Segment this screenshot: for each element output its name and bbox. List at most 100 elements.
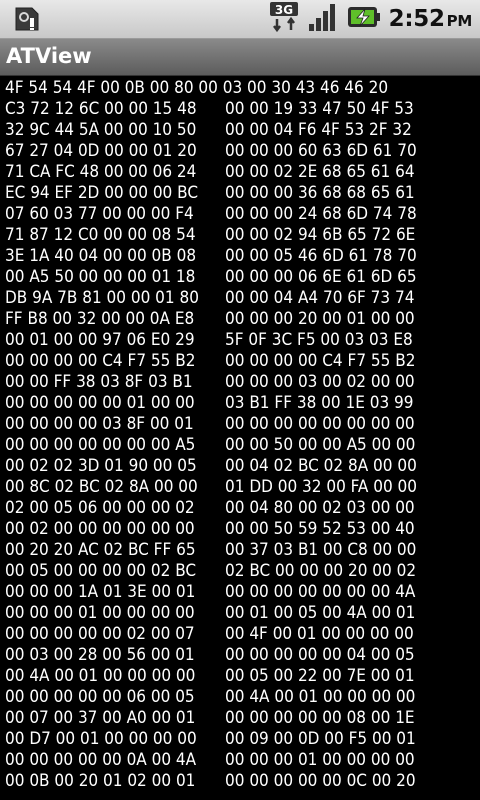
hex-row: 00 00 00 00 00 01 00 00 03 B1 FF 38 00 1E…	[5, 393, 475, 414]
hex-bytes-left: 00 20 20 AC 02 BC FF 65	[5, 540, 196, 560]
hex-bytes-right: 00 4F 00 01 00 00 00 00	[225, 624, 414, 644]
hex-row: 00 20 20 AC 02 BC FF 65 00 37 03 B1 00 C8…	[5, 540, 475, 561]
hex-bytes-left: 00 D7 00 01 00 00 00 00	[5, 729, 197, 749]
hex-bytes-left: 71 CA FC 48 00 00 06 24	[5, 162, 197, 182]
hex-row: 00 07 00 37 00 A0 00 01 00 00 00 00 00 08…	[5, 708, 475, 729]
hex-bytes-left: 3E 1A 40 04 00 00 0B 08	[5, 246, 197, 266]
hex-row: 00 0B 00 20 01 02 00 01 00 00 00 00 00 0C…	[5, 771, 475, 792]
hex-bytes-right: 02 BC 00 00 00 20 00 02	[225, 561, 417, 581]
hex-dump-view[interactable]: 4F 54 54 4F 00 0B 00 80 00 03 00 30 43 4…	[5, 78, 475, 800]
clock-ampm: PM	[446, 12, 473, 30]
hex-bytes-left: 32 9C 44 5A 00 00 10 50	[5, 120, 197, 140]
hex-bytes-right: 00 00 02 94 6B 65 72 6E	[225, 225, 416, 245]
hex-bytes-left: 00 8C 02 BC 02 8A 00 00	[5, 477, 198, 497]
hex-row: 00 D7 00 01 00 00 00 00 00 09 00 0D 00 F5…	[5, 729, 475, 750]
hex-bytes-right: 00 00 00 00 00 00 00 00	[225, 414, 415, 434]
hex-bytes-right: 01 DD 00 32 00 FA 00 00	[225, 477, 417, 497]
status-bar: 3G 2:52 PM	[0, 0, 480, 39]
hex-bytes-left: EC 94 EF 2D 00 00 00 BC	[5, 183, 199, 203]
hex-row: 00 00 00 00 00 02 00 07 00 4F 00 01 00 00…	[5, 624, 475, 645]
hex-bytes-right: 00 00 00 03 00 02 00 00	[225, 372, 415, 392]
hex-bytes-right: 00 00 00 01 00 00 00 00	[225, 750, 415, 770]
hex-row: 00 00 00 01 00 00 00 00 00 01 00 05 00 4A…	[5, 603, 475, 624]
sd-card-icon	[10, 6, 44, 32]
hex-bytes-left: DB 9A 7B 81 00 00 01 80	[5, 288, 199, 308]
hex-bytes-right: 00 00 00 00 00 04 00 05	[225, 645, 415, 665]
hex-bytes-right: 00 37 03 B1 00 C8 00 00	[225, 540, 417, 560]
signal-strength-icon	[307, 2, 339, 36]
hex-bytes-right: 00 00 04 F6 4F 53 2F 32	[225, 120, 412, 140]
hex-bytes-right: 00 00 00 60 63 6D 61 70	[225, 141, 417, 161]
hex-bytes-left: 00 05 00 00 00 00 02 BC	[5, 561, 197, 581]
hex-bytes-left: 71 87 12 C0 00 00 08 54	[5, 225, 196, 245]
hex-bytes-right: 00 00 19 33 47 50 4F 53	[225, 99, 414, 119]
hex-bytes-left: 00 00 00 00 C4 F7 55 B2	[5, 351, 196, 371]
hex-row: 00 00 FF 38 03 8F 03 B1 00 00 00 03 00 02…	[5, 372, 475, 393]
hex-bytes-right: 00 00 00 20 00 01 00 00	[225, 309, 415, 329]
hex-bytes-right: 00 00 00 00 00 00 00 4A	[225, 582, 416, 602]
clock-time: 2:52	[388, 6, 445, 32]
hex-bytes-left: 02 00 05 06 00 00 00 02	[5, 498, 195, 518]
hex-bytes-right: 00 00 00 00 00 0C 00 20	[225, 771, 416, 791]
hex-bytes-right: 5F 0F 3C F5 00 03 03 E8	[225, 330, 413, 350]
hex-bytes-left: FF B8 00 32 00 00 0A E8	[5, 309, 195, 329]
hex-row: 00 00 00 00 00 06 00 05 00 4A 00 01 00 00…	[5, 687, 475, 708]
svg-text:3G: 3G	[275, 3, 293, 17]
hex-bytes-left: 00 00 00 00 00 02 00 07	[5, 624, 195, 644]
hex-row: 71 CA FC 48 00 00 06 24 00 00 02 2E 68 65…	[5, 162, 475, 183]
clock: 2:52 PM	[388, 6, 473, 32]
hex-bytes-left: 00 00 FF 38 03 8F 03 B1	[5, 372, 193, 392]
hex-bytes-left: 00 00 00 00 00 01 00 00	[5, 393, 195, 413]
hex-row: 4F 54 54 4F 00 0B 00 80 00 03 00 30 43 4…	[5, 78, 475, 99]
hex-row: 00 00 00 00 C4 F7 55 B2 00 00 00 00 C4 F7…	[5, 351, 475, 372]
hex-bytes-left: 00 02 00 00 00 00 00 00	[5, 519, 195, 539]
hex-bytes-left: 00 0B 00 20 01 02 00 01	[5, 771, 196, 791]
hex-bytes-right: 00 09 00 0D 00 F5 00 01	[225, 729, 416, 749]
hex-row: 67 27 04 0D 00 00 01 20 00 00 00 60 63 6D…	[5, 141, 475, 162]
hex-bytes-left: 00 00 00 1A 01 3E 00 01	[5, 582, 196, 602]
hex-bytes-left: 67 27 04 0D 00 00 01 20	[5, 141, 197, 161]
hex-row: DB 9A 7B 81 00 00 01 80 00 00 04 A4 70 6F…	[5, 288, 475, 309]
hex-row: 00 02 00 00 00 00 00 00 00 00 50 59 52 53…	[5, 519, 475, 540]
hex-row: 71 87 12 C0 00 00 08 54 00 00 02 94 6B 65…	[5, 225, 475, 246]
hex-bytes-right: 00 00 05 46 6D 61 78 70	[225, 246, 417, 266]
hex-row: 00 A5 50 00 00 00 01 18 00 00 00 06 6E 61…	[5, 267, 475, 288]
hex-bytes-left: 00 00 00 00 03 8F 00 01	[5, 414, 194, 434]
hex-bytes-left: 00 A5 50 00 00 00 01 18	[5, 267, 196, 287]
3g-data-icon: 3G	[269, 1, 299, 37]
hex-bytes-right: 00 00 00 00 C4 F7 55 B2	[225, 351, 416, 371]
hex-row: 3E 1A 40 04 00 00 0B 08 00 00 05 46 6D 61…	[5, 246, 475, 267]
hex-row: FF B8 00 32 00 00 0A E8 00 00 00 20 00 01…	[5, 309, 475, 330]
hex-row: 32 9C 44 5A 00 00 10 50 00 00 04 F6 4F 53…	[5, 120, 475, 141]
hex-row: 00 8C 02 BC 02 8A 00 00 01 DD 00 32 00 FA…	[5, 477, 475, 498]
app-title: ATView	[6, 44, 92, 68]
hex-row: 00 00 00 00 03 8F 00 01 00 00 00 00 00 00…	[5, 414, 475, 435]
hex-bytes-right: 00 00 00 24 68 6D 74 78	[225, 204, 417, 224]
hex-bytes-right: 00 05 00 22 00 7E 00 01	[225, 666, 415, 686]
hex-bytes-right: 00 00 00 06 6E 61 6D 65	[225, 267, 417, 287]
hex-bytes-left: 00 00 00 01 00 00 00 00	[5, 603, 195, 623]
hex-bytes-right: 00 00 00 36 68 68 65 61	[225, 183, 415, 203]
hex-bytes-right: 00 04 02 BC 02 8A 00 00	[225, 456, 417, 476]
hex-bytes-right: 03 B1 FF 38 00 1E 03 99	[225, 393, 414, 413]
hex-bytes-right: 00 00 00 00 00 08 00 1E	[225, 708, 415, 728]
hex-row: 00 05 00 00 00 00 02 BC 02 BC 00 00 00 20…	[5, 561, 475, 582]
hex-bytes-right: 00 00 50 00 00 A5 00 00	[225, 435, 416, 455]
hex-row: 00 00 00 00 00 00 00 A5 00 00 50 00 00 A5…	[5, 435, 475, 456]
hex-bytes-right: 00 01 00 05 00 4A 00 01	[225, 603, 416, 623]
hex-bytes-left: 4F 54 54 4F 00 0B 00 80 00 03 00 30 43 4…	[5, 78, 389, 98]
hex-bytes-left: 00 07 00 37 00 A0 00 01	[5, 708, 196, 728]
app-title-bar: ATView	[0, 39, 480, 76]
hex-bytes-left: 00 02 02 3D 01 90 00 05	[5, 456, 197, 476]
hex-row: 07 60 03 77 00 00 00 F4 00 00 00 24 68 6D…	[5, 204, 475, 225]
hex-bytes-right: 00 00 50 59 52 53 00 40	[225, 519, 415, 539]
hex-row: 00 00 00 00 00 0A 00 4A 00 00 00 01 00 00…	[5, 750, 475, 771]
hex-bytes-left: 00 00 00 00 00 06 00 05	[5, 687, 195, 707]
hex-row: 02 00 05 06 00 00 00 02 00 04 80 00 02 03…	[5, 498, 475, 519]
hex-bytes-right: 00 00 02 2E 68 65 61 64	[225, 162, 415, 182]
hex-bytes-left: 00 4A 00 01 00 00 00 00	[5, 666, 196, 686]
hex-bytes-left: 00 03 00 28 00 56 00 01	[5, 645, 195, 665]
hex-row: 00 01 00 00 97 06 E0 29 5F 0F 3C F5 00 03…	[5, 330, 475, 351]
hex-row: 00 4A 00 01 00 00 00 00 00 05 00 22 00 7E…	[5, 666, 475, 687]
hex-bytes-right: 00 04 80 00 02 03 00 00	[225, 498, 415, 518]
